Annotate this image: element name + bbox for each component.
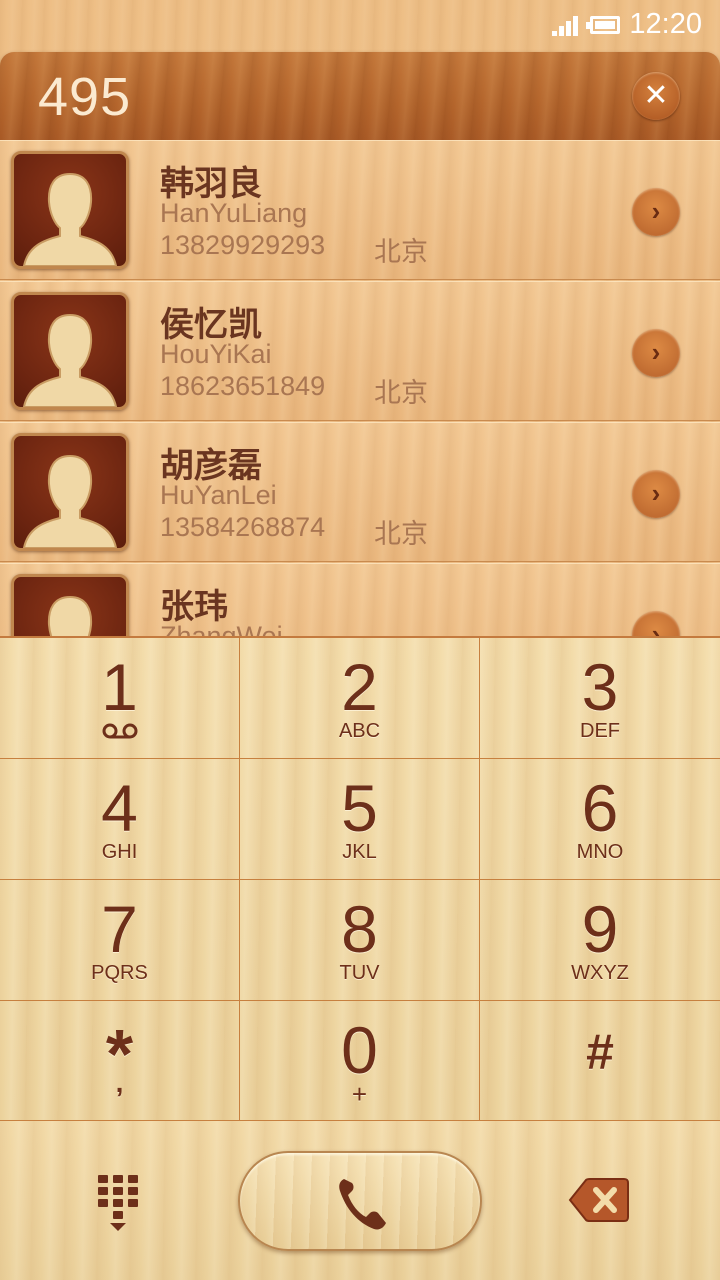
person-silhouette-icon (47, 595, 93, 636)
contact-detail-button[interactable]: › (632, 611, 680, 636)
key-7[interactable]: 7 PQRS (0, 880, 240, 1001)
key-letters: + (351, 1079, 368, 1109)
bottom-action-bar (0, 1120, 720, 1280)
key-digit: 8 (341, 892, 378, 966)
key-digit: 3 (581, 650, 619, 724)
person-silhouette-icon (22, 172, 118, 266)
contact-row[interactable]: 张玮 ZhangWei › (0, 563, 720, 636)
key-letters: , (115, 1067, 124, 1098)
dialpad-icon (98, 1175, 138, 1231)
person-silhouette-icon (22, 313, 118, 407)
status-bar: 12:20 (0, 0, 720, 50)
key-letters: MNO (576, 841, 624, 863)
key-digit: 6 (581, 771, 619, 845)
call-button[interactable] (238, 1151, 482, 1251)
delete-button[interactable] (568, 1177, 630, 1223)
key-digit: 9 (581, 892, 619, 966)
status-time: 12:20 (629, 8, 702, 40)
key-digit: 1 (101, 650, 138, 724)
chevron-right-icon: › (651, 619, 661, 636)
key-letters: PQRS (91, 962, 148, 984)
key-6[interactable]: 6 MNO (480, 759, 720, 880)
battery-icon (586, 16, 620, 34)
key-2[interactable]: 2 ABC (240, 638, 480, 759)
avatar (11, 292, 129, 410)
key-digit: 7 (101, 892, 138, 966)
key-digit: 5 (341, 771, 378, 845)
contact-location: 北京 (374, 378, 428, 409)
key-letters: TUV (339, 962, 380, 984)
clear-button[interactable]: ✕ (632, 72, 680, 120)
contact-detail-button[interactable]: › (632, 188, 680, 236)
chevron-right-icon: › (651, 196, 661, 226)
key-letters: GHI (101, 841, 138, 863)
chevron-right-icon: › (651, 478, 661, 508)
key-5[interactable]: 5 JKL (240, 759, 480, 880)
contact-row[interactable]: 韩羽良 HanYuLiang 13829929293 北京 › (0, 140, 720, 280)
backspace-icon (568, 1178, 629, 1222)
key-star[interactable]: * , (0, 1001, 240, 1122)
key-letters: DEF (580, 720, 620, 742)
phone-icon (339, 1179, 386, 1230)
avatar (11, 151, 129, 269)
key-digit: # (586, 1024, 614, 1080)
key-letters: JKL (342, 841, 377, 863)
avatar (11, 574, 129, 636)
key-4[interactable]: 4 GHI (0, 759, 240, 880)
contact-suggestions-list[interactable]: 韩羽良 HanYuLiang 13829929293 北京 › 侯忆凯 HouY… (0, 140, 720, 636)
key-letters: ABC (338, 720, 381, 742)
dialpad-toggle-button[interactable] (96, 1173, 144, 1233)
dialpad: 1 2 ABC 3 DEF 4 GHI 5 JKL 6 MNO 7 PQRS 8… (0, 636, 720, 1122)
contact-phone: 18623651849 (160, 371, 326, 401)
key-letters: WXYZ (571, 962, 629, 984)
key-hash[interactable]: # (480, 1001, 720, 1122)
voicemail-icon (102, 723, 137, 739)
key-0[interactable]: 0 + (240, 1001, 480, 1122)
contact-location: 北京 (374, 519, 428, 550)
close-icon: ✕ (643, 79, 669, 112)
dialed-number: 495 (38, 67, 132, 127)
contact-detail-button[interactable]: › (632, 470, 680, 518)
contact-pinyin: HuYanLei (160, 480, 277, 510)
contact-pinyin: HouYiKai (160, 339, 272, 369)
key-9[interactable]: 9 WXYZ (480, 880, 720, 1001)
key-3[interactable]: 3 DEF (480, 638, 720, 759)
chevron-right-icon: › (651, 337, 661, 367)
contact-phone: 13829929293 (160, 230, 326, 260)
contact-location: 北京 (374, 237, 428, 268)
key-digit: 4 (101, 771, 138, 845)
signal-icon (552, 14, 580, 36)
key-8[interactable]: 8 TUV (240, 880, 480, 1001)
key-1[interactable]: 1 (0, 638, 240, 759)
dialed-number-bar: 495 ✕ (0, 52, 720, 140)
contact-row[interactable]: 侯忆凯 HouYiKai 18623651849 北京 › (0, 281, 720, 421)
key-digit: 0 (341, 1013, 378, 1087)
contact-phone: 13584268874 (160, 512, 326, 542)
key-digit: 2 (341, 650, 378, 724)
contact-detail-button[interactable]: › (632, 329, 680, 377)
avatar (11, 433, 129, 551)
contact-row[interactable]: 胡彦磊 HuYanLei 13584268874 北京 › (0, 422, 720, 562)
contact-pinyin: ZhangWei (160, 621, 283, 636)
contact-pinyin: HanYuLiang (160, 198, 308, 228)
person-silhouette-icon (22, 454, 118, 548)
